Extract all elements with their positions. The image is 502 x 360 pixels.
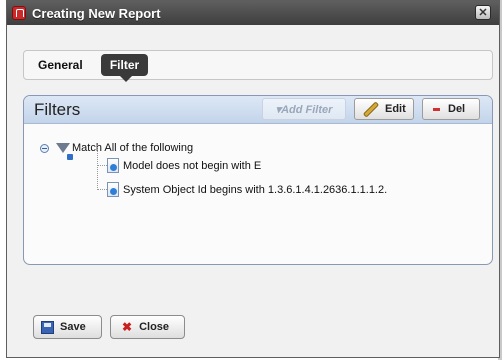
tab-filter[interactable]: Filter xyxy=(101,54,148,82)
tree-child-label: System Object Id begins with 1.3.6.1.4.1… xyxy=(123,183,388,196)
app-icon xyxy=(12,6,26,20)
tab-bar: General Filter xyxy=(23,50,493,82)
filter-tree: Match All of the following Model does no… xyxy=(24,124,492,264)
tree-connector xyxy=(97,189,107,190)
save-button[interactable]: Save xyxy=(33,315,102,339)
edit-label: Edit xyxy=(385,103,406,115)
close-x-icon: ✖ xyxy=(122,320,133,334)
close-label: Close xyxy=(139,321,170,333)
tree-child-label: Model does not begin with E xyxy=(123,159,262,172)
tree-connector xyxy=(97,145,99,190)
filter-condition-icon xyxy=(107,182,119,197)
floppy-disk-icon xyxy=(41,320,54,334)
close-dialog-button[interactable]: ✕ xyxy=(475,5,491,20)
filter-funnel-icon xyxy=(56,143,73,160)
tab-general[interactable]: General xyxy=(38,58,83,72)
add-filter-button[interactable]: ▾Add Filter xyxy=(262,98,346,120)
filters-panel: Filters ▾Add Filter Edit Del Match All o… xyxy=(23,95,493,265)
tree-child-row[interactable]: Model does not begin with E xyxy=(107,158,261,173)
pencil-icon xyxy=(364,102,378,116)
tree-child-row[interactable]: System Object Id begins with 1.3.6.1.4.1… xyxy=(107,182,387,197)
add-filter-label: ▾Add Filter xyxy=(275,103,333,116)
dialog-title: Creating New Report xyxy=(32,5,161,21)
tree-connector xyxy=(97,165,107,166)
minus-icon xyxy=(433,107,440,111)
filters-title: Filters xyxy=(34,100,81,119)
creating-new-report-dialog: Creating New Report ✕ General Filter Fil… xyxy=(6,0,500,358)
tree-root-row[interactable]: Match All of the following xyxy=(40,142,194,160)
save-label: Save xyxy=(60,321,86,333)
filters-panel-header: Filters ▾Add Filter Edit Del xyxy=(24,96,492,124)
delete-label: Del xyxy=(448,103,466,115)
collapse-icon[interactable] xyxy=(40,143,49,153)
edit-button[interactable]: Edit xyxy=(354,98,414,120)
delete-button[interactable]: Del xyxy=(422,98,480,120)
title-bar[interactable]: Creating New Report ✕ xyxy=(7,1,499,25)
tree-root-label: Match All of the following xyxy=(72,142,194,154)
filter-condition-icon xyxy=(107,158,119,173)
close-button[interactable]: ✖ Close xyxy=(110,315,185,339)
